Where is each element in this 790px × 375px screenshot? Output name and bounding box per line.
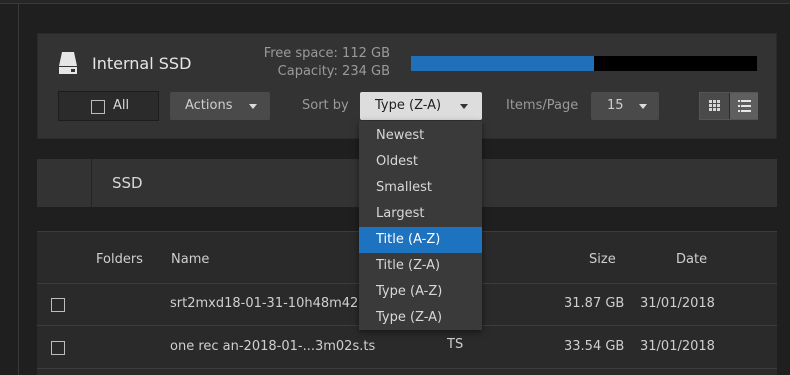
select-all-label: All <box>113 98 130 113</box>
sort-dropdown-menu: Newest Oldest Smallest Largest Title (A-… <box>359 121 482 330</box>
sort-select[interactable]: Type (Z-A) <box>360 92 482 120</box>
capacity-bar-fill <box>411 56 595 71</box>
sort-option[interactable]: Type (A-Z) <box>359 279 482 305</box>
sort-select-value: Type (Z-A) <box>375 98 442 113</box>
row-date: 31/01/2018 <box>640 339 715 354</box>
row-size: 33.54 GB <box>564 339 625 354</box>
select-all-checkbox[interactable] <box>91 100 105 114</box>
table-row[interactable]: one rec an-2018-01-...3m02s.ts TS 33.54 … <box>37 327 777 369</box>
items-per-page-select[interactable]: 15 <box>591 92 659 120</box>
row-name[interactable]: srt2mxd18-01-31-10h48m42 <box>170 296 358 311</box>
chevron-down-icon <box>639 104 647 109</box>
space-info: Free space: 112 GB Capacity: 234 GB <box>238 45 390 81</box>
select-all[interactable]: All <box>58 91 159 121</box>
row-type: TS <box>447 337 464 352</box>
actions-label: Actions <box>185 98 233 113</box>
folder-name[interactable]: SSD <box>112 174 143 192</box>
sort-option[interactable]: Type (Z-A) <box>359 305 482 331</box>
row-name[interactable]: one rec an-2018-01-...3m02s.ts <box>170 339 375 354</box>
column-header-size[interactable]: Size <box>589 252 616 267</box>
sort-option[interactable]: Title (Z-A) <box>359 253 482 279</box>
column-header-date[interactable]: Date <box>676 252 707 267</box>
row-date: 31/01/2018 <box>640 296 715 311</box>
items-per-page-label: Items/Page <box>506 98 579 113</box>
row-checkbox[interactable] <box>51 341 65 355</box>
chevron-down-icon <box>460 104 468 109</box>
divider <box>91 159 92 207</box>
view-toggle <box>699 92 758 120</box>
sort-option[interactable]: Title (A-Z) <box>359 227 482 253</box>
list-view-icon <box>738 100 751 112</box>
column-header-folders[interactable]: Folders <box>96 252 143 267</box>
list-view-button[interactable] <box>729 93 758 119</box>
capacity-label: Capacity: 234 GB <box>277 64 390 79</box>
capacity-bar <box>411 56 757 71</box>
row-checkbox[interactable] <box>51 298 65 312</box>
sort-option[interactable]: Largest <box>359 201 482 227</box>
free-space-label: Free space: 112 GB <box>263 46 390 61</box>
actions-button[interactable]: Actions <box>170 92 270 120</box>
column-header-name[interactable]: Name <box>171 252 209 267</box>
drive-icon <box>59 52 77 74</box>
sort-option[interactable]: Smallest <box>359 175 482 201</box>
sort-option[interactable]: Oldest <box>359 149 482 175</box>
row-size: 31.87 GB <box>564 296 625 311</box>
drive-title: Internal SSD <box>92 54 192 73</box>
sort-by-label: Sort by <box>302 98 349 113</box>
sort-option[interactable]: Newest <box>359 123 482 149</box>
items-per-page-value: 15 <box>607 98 624 113</box>
grid-view-icon <box>709 100 720 111</box>
top-bar <box>0 0 790 4</box>
grid-view-button[interactable] <box>700 93 729 119</box>
chevron-down-icon <box>249 104 257 109</box>
left-divider <box>18 4 19 375</box>
